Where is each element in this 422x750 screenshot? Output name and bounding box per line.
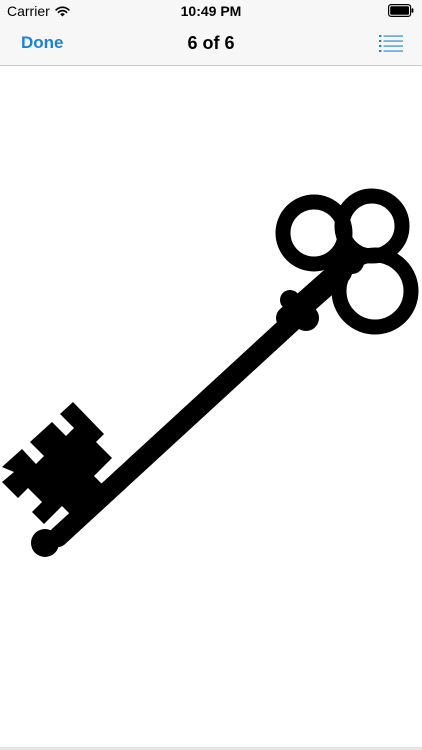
status-time: 10:49 PM bbox=[180, 3, 242, 19]
sticker-viewer bbox=[0, 67, 422, 747]
status-bar: Carrier 10:49 PM bbox=[0, 0, 422, 22]
done-button[interactable]: Done bbox=[21, 33, 64, 53]
skeleton-key-image bbox=[2, 188, 419, 557]
navigation-bar: Done 6 of 6 bbox=[0, 22, 422, 66]
battery-icon bbox=[388, 4, 414, 17]
list-icon[interactable] bbox=[379, 34, 403, 52]
